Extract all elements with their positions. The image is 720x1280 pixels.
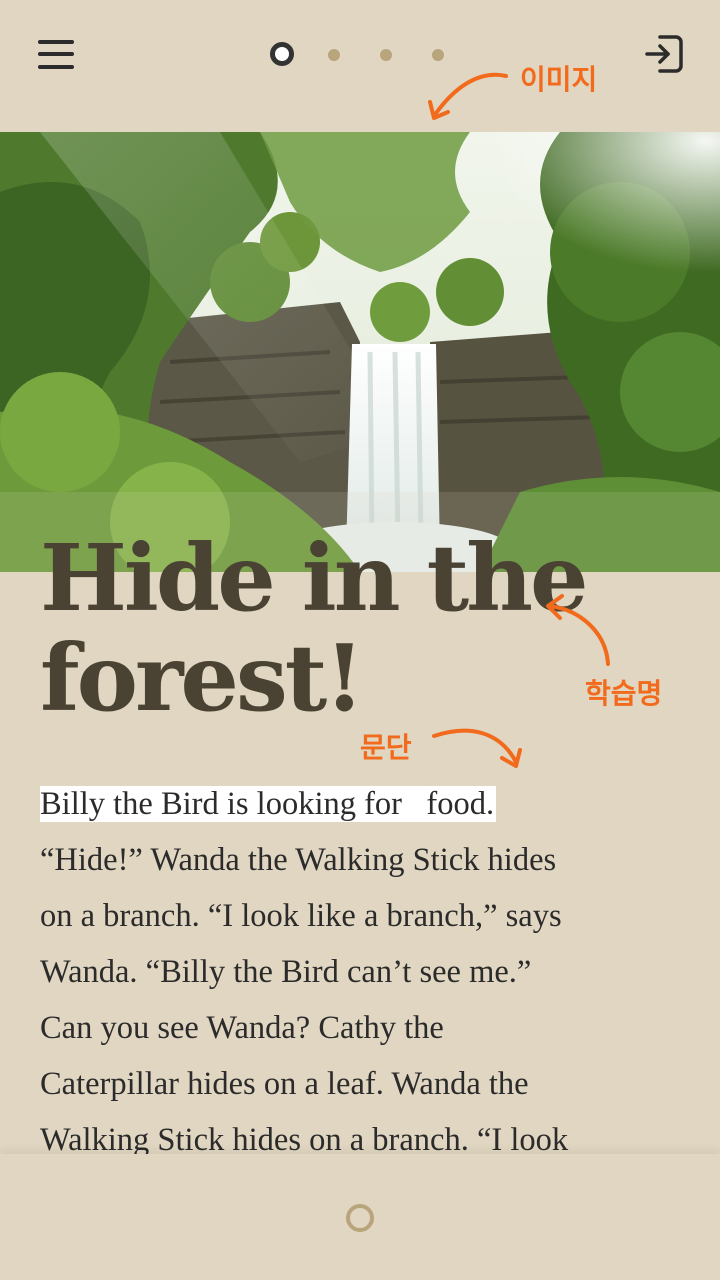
exit-icon[interactable] bbox=[644, 34, 684, 74]
page-dot[interactable] bbox=[380, 49, 392, 61]
title-line-1: Hide in the bbox=[40, 524, 589, 632]
annotation-arrow-icon bbox=[432, 728, 522, 768]
paragraph-line: Walking Stick hides on a branch. “I look bbox=[40, 1122, 569, 1154]
annotation-paragraph-label: 문단 bbox=[360, 731, 412, 764]
paragraph-line: Can you see Wanda? Cathy the bbox=[40, 1010, 444, 1046]
highlighted-sentence[interactable]: Billy the Bird is looking for food. bbox=[40, 786, 497, 822]
annotation-arrow-icon bbox=[428, 72, 508, 120]
page-dot-active[interactable] bbox=[270, 42, 294, 66]
annotation-title-label: 학습명 bbox=[585, 677, 663, 710]
story-paragraph: Billy the Bird is looking for food. “Hid… bbox=[40, 776, 690, 1154]
page-dot[interactable] bbox=[432, 49, 444, 61]
page-dot[interactable] bbox=[328, 49, 340, 61]
paragraph-line: on a branch. “I look like a branch,” say… bbox=[40, 898, 562, 934]
top-bar bbox=[0, 0, 720, 132]
page-indicator bbox=[270, 42, 470, 66]
annotation-image-label: 이미지 bbox=[520, 63, 598, 96]
annotation-arrow-icon bbox=[546, 594, 610, 666]
title-line-2: forest! bbox=[40, 624, 365, 732]
record-button[interactable] bbox=[346, 1204, 374, 1232]
lesson-title: Hide in the forest! bbox=[40, 528, 600, 728]
hero-image bbox=[0, 132, 720, 572]
bottom-bar bbox=[0, 1154, 720, 1280]
paragraph-line: Wanda. “Billy the Bird can’t see me.” bbox=[40, 954, 532, 990]
paragraph-line: Caterpillar hides on a leaf. Wanda the bbox=[40, 1066, 529, 1102]
paragraph-line: “Hide!” Wanda the Walking Stick hides bbox=[40, 842, 557, 878]
hamburger-menu-icon[interactable] bbox=[38, 38, 74, 70]
